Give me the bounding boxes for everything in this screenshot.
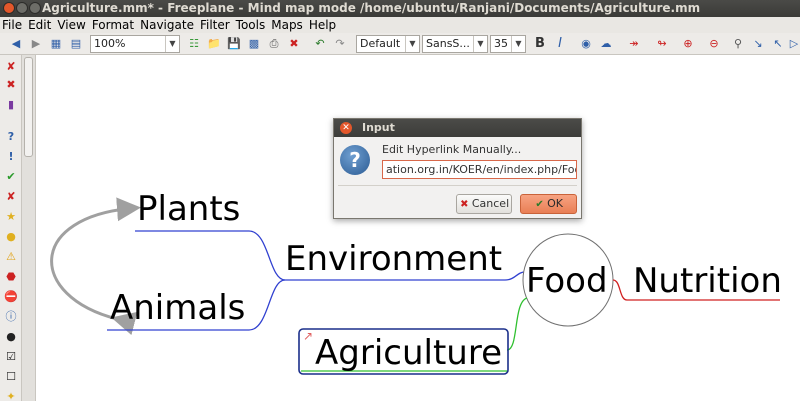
checkbox-empty-icon[interactable]: ☐: [3, 369, 19, 385]
chevron-down-icon: ▼: [405, 36, 419, 52]
remove-all-icons-icon[interactable]: ✖: [3, 77, 19, 93]
window-close-button[interactable]: [3, 2, 15, 14]
zoom-fit-icon[interactable]: ⚲: [730, 36, 746, 52]
zoom-out-icon[interactable]: ↖: [770, 36, 786, 52]
font-select[interactable]: SansS... ▼: [422, 35, 488, 53]
cancel-button[interactable]: ✖ Cancel: [456, 194, 512, 214]
node-plants[interactable]: Plants: [137, 192, 240, 226]
sparkle-icon[interactable]: ✦: [3, 389, 19, 405]
vertical-scrollbar[interactable]: [22, 55, 36, 401]
dialog-titlebar: ✕ Input: [334, 119, 581, 137]
bold-button[interactable]: B: [532, 36, 548, 52]
icon-sidebar: ✘ ✖ ▮ ? ! ✔ ✘ ★ ● ⚠ ⬣ ⛔ ⓘ ● ☑ ☐ ✦: [0, 55, 22, 403]
menu-bar: File Edit View Format Navigate Filter Tools Map…: [0, 17, 800, 33]
style-value: Default: [360, 37, 401, 50]
node-animals[interactable]: Animals: [110, 291, 245, 325]
cancel-button-label: Cancel: [471, 197, 510, 210]
dialog-close-icon[interactable]: ✕: [340, 122, 352, 134]
menu-navigate[interactable]: Navigate: [137, 17, 197, 33]
hyperlink-arrow-icon[interactable]: ↗: [303, 330, 313, 342]
fold-icon[interactable]: ⊕: [680, 36, 696, 52]
save-icon[interactable]: 💾: [226, 36, 242, 52]
ok-button[interactable]: ✔ OK: [520, 194, 577, 214]
chevron-down-icon: ▼: [511, 36, 525, 52]
menu-file[interactable]: File: [0, 17, 25, 33]
check-icon[interactable]: ✔: [3, 169, 19, 185]
add-child-icon[interactable]: ↠: [626, 36, 642, 52]
node-nutrition[interactable]: Nutrition: [633, 264, 782, 298]
chevron-down-icon: ▼: [473, 36, 487, 52]
style-select[interactable]: Default ▼: [356, 35, 420, 53]
menu-filter[interactable]: Filter: [197, 17, 233, 33]
eye-icon[interactable]: ◉: [578, 36, 594, 52]
dialog-title: Input: [362, 121, 395, 134]
remove-last-icon-icon[interactable]: ✘: [3, 59, 19, 75]
add-sibling-icon[interactable]: ↬: [654, 36, 670, 52]
question-icon[interactable]: ?: [3, 129, 19, 145]
menu-tools[interactable]: Tools: [233, 17, 269, 33]
font-value: SansS...: [426, 37, 470, 50]
map-view-icon[interactable]: ▦: [48, 36, 64, 52]
menu-view[interactable]: View: [54, 17, 88, 33]
star-icon[interactable]: ★: [3, 209, 19, 225]
dialog-separator: [338, 185, 577, 186]
undo-icon[interactable]: ↶: [312, 36, 328, 52]
zoom-value: 100%: [94, 37, 126, 50]
menu-format[interactable]: Format: [89, 17, 137, 33]
zoom-select[interactable]: 100% ▼: [90, 35, 180, 53]
node-agriculture[interactable]: Agriculture: [315, 336, 502, 370]
ok-button-label: OK: [547, 197, 563, 210]
question-icon: ?: [340, 145, 370, 175]
cross-icon[interactable]: ✘: [3, 189, 19, 205]
lightbulb-icon[interactable]: ●: [3, 229, 19, 245]
font-size-select[interactable]: 35 ▼: [490, 35, 526, 53]
italic-button[interactable]: I: [552, 36, 568, 52]
hyperlink-input[interactable]: ation.org.in/KOER/en/index.php/Food: [382, 160, 577, 179]
chevron-down-icon: ▼: [165, 36, 179, 52]
main-toolbar: ◀ ▶ ▦ ▤ 100% ▼ ☷ 📁 💾 ▩ ⎙ ✖ ↶ ↷ Default ▼…: [0, 33, 800, 55]
open-folder-icon[interactable]: 📁: [206, 36, 222, 52]
cancel-icon: ✖: [460, 199, 469, 210]
menu-help[interactable]: Help: [306, 17, 339, 33]
back-icon[interactable]: ◀: [8, 36, 24, 52]
stop-icon[interactable]: ⬣: [3, 269, 19, 285]
edge-plants: [135, 230, 286, 281]
cloud-icon[interactable]: ☁: [598, 36, 614, 52]
menu-maps[interactable]: Maps: [268, 17, 306, 33]
forward-icon[interactable]: ▶: [28, 36, 44, 52]
more-icon[interactable]: ▷: [788, 36, 800, 52]
redo-icon[interactable]: ↷: [332, 36, 348, 52]
unfold-icon[interactable]: ⊖: [706, 36, 722, 52]
edge-agriculture: [506, 297, 528, 351]
window-minimize-button[interactable]: [16, 2, 28, 14]
scrollbar-thumb[interactable]: [24, 57, 33, 157]
window-titlebar: Agriculture.mm* - Freeplane - Mind map m…: [0, 0, 800, 17]
exclamation-icon[interactable]: !: [3, 149, 19, 165]
print-icon[interactable]: ⎙: [266, 36, 282, 52]
outline-view-icon[interactable]: ▤: [68, 36, 84, 52]
gift-icon[interactable]: ▮: [3, 97, 19, 113]
close-map-icon[interactable]: ✖: [286, 36, 302, 52]
menu-edit[interactable]: Edit: [25, 17, 54, 33]
node-food[interactable]: Food: [526, 264, 608, 298]
window-maximize-button[interactable]: [29, 2, 41, 14]
zoom-in-icon[interactable]: ↘: [750, 36, 766, 52]
node-environment[interactable]: Environment: [285, 242, 502, 276]
save-as-icon[interactable]: ▩: [246, 36, 262, 52]
info-icon[interactable]: ⓘ: [3, 309, 19, 325]
bomb-icon[interactable]: ●: [3, 329, 19, 345]
font-size-value: 35: [494, 37, 508, 50]
mind-map-canvas[interactable]: Plants Animals Environment Food Nutritio…: [37, 56, 800, 401]
warning-icon[interactable]: ⚠: [3, 249, 19, 265]
input-dialog: ✕ Input ? Edit Hyperlink Manually... ati…: [333, 118, 582, 219]
new-map-icon[interactable]: ☷: [186, 36, 202, 52]
checkbox-checked-icon[interactable]: ☑: [3, 349, 19, 365]
no-entry-icon[interactable]: ⛔: [3, 289, 19, 305]
dialog-message: Edit Hyperlink Manually...: [382, 143, 522, 156]
check-icon: ✔: [535, 199, 544, 210]
window-title: Agriculture.mm* - Freeplane - Mind map m…: [42, 1, 701, 15]
